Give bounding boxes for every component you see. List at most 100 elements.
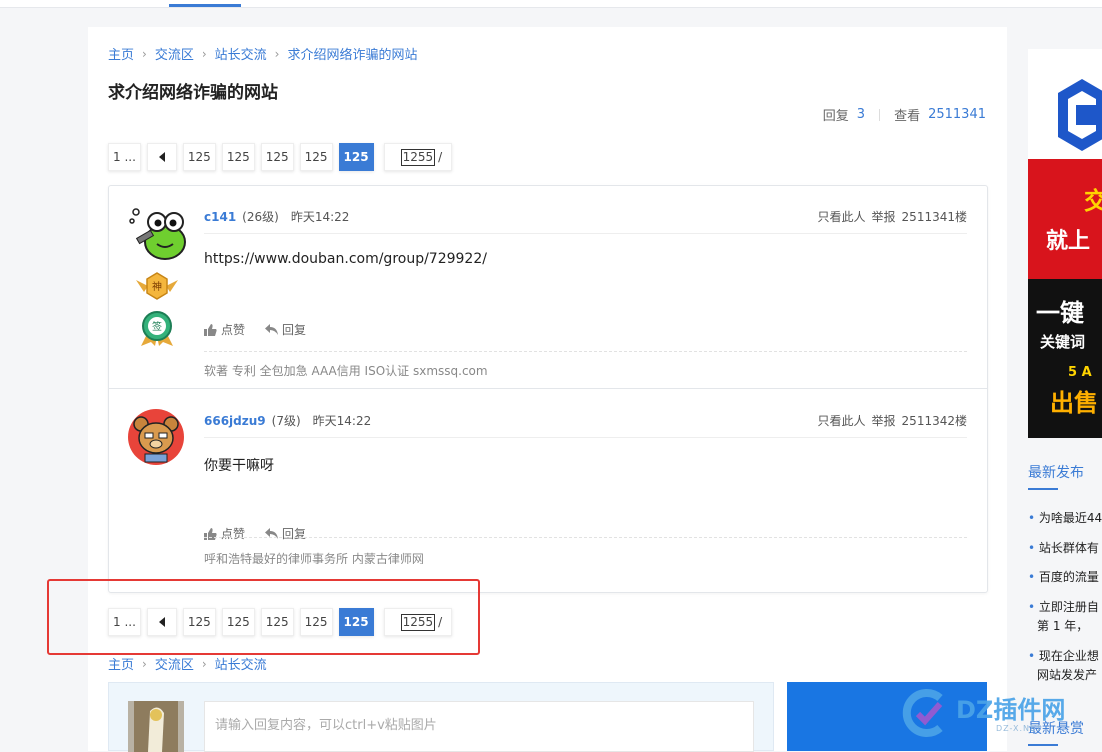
chevron-left-icon (158, 152, 165, 162)
stats-divider (879, 108, 881, 121)
badge-text: 神 (152, 280, 162, 293)
signature-divider (204, 351, 967, 352)
reply-user-avatar[interactable] (128, 701, 184, 752)
page-prev-button[interactable] (146, 143, 177, 171)
reply-label: 回复 (282, 323, 307, 337)
post-content: https://www.douban.com/group/729922/ (204, 251, 487, 267)
breadcrumb-separator: › (201, 656, 207, 671)
watermark-subtext: DZ-X.NET (996, 724, 1042, 733)
badge-text: 签 (152, 320, 162, 333)
banner-text: 就上 (1046, 229, 1091, 254)
breadcrumb-thread[interactable]: 求介绍网络诈骗的网站 (287, 44, 417, 63)
post-floor-number: 2511341楼 (901, 210, 967, 224)
page-number-button[interactable]: 125 (299, 143, 333, 171)
only-view-author-link[interactable]: 只看此人 (818, 208, 866, 225)
breadcrumb-forum[interactable]: 交流区 (155, 654, 194, 673)
latest-post-item[interactable]: • 现在企业想 (1028, 647, 1099, 664)
like-label: 点赞 (221, 527, 246, 541)
reply-count: 3 (856, 107, 866, 122)
reply-button[interactable]: 回复 (265, 321, 306, 338)
latest-post-title: 为啥最近44 (1038, 511, 1102, 525)
latest-post-item[interactable]: • 百度的流量 (1028, 568, 1099, 585)
breadcrumb-home[interactable]: 主页 (108, 654, 134, 673)
latest-post-line: 第 1 年， (1037, 619, 1089, 633)
active-nav-indicator (169, 4, 241, 7)
latest-post-item[interactable]: • 为啥最近44 (1028, 509, 1102, 526)
latest-post-title: 立即注册自 (1038, 600, 1099, 614)
like-button[interactable]: 点赞 (204, 525, 245, 542)
checkin-badge-icon: 签 (141, 311, 173, 346)
post-username[interactable]: 666jdzu9 (204, 414, 266, 428)
highlight-box (47, 579, 480, 655)
view-count: 2511341 (928, 107, 986, 122)
thread-stats: 回复 3 查看 2511341 (823, 105, 986, 124)
banner-logo-area (1028, 49, 1102, 159)
breadcrumb-separator: › (142, 656, 147, 671)
top-navigation-bar (0, 0, 1102, 8)
reply-button[interactable]: 回复 (265, 525, 306, 542)
thumbs-up-icon (204, 323, 217, 336)
latest-post-item[interactable]: • 立即注册自 (1028, 598, 1099, 615)
post-header-divider (204, 437, 967, 438)
post-content: 你要干嘛呀 (204, 458, 274, 474)
latest-reward-underline (1028, 744, 1058, 746)
page-number-button[interactable]: 125 (182, 143, 216, 171)
frog-avatar[interactable] (127, 204, 189, 264)
latest-post-title: 站长群体有 (1038, 541, 1099, 555)
post-user-level: (7级) (271, 414, 301, 428)
page-jump-input[interactable]: 1255 (400, 148, 436, 166)
site-watermark: DZ插件网 DZ-X.NET (900, 684, 1100, 744)
post-signature[interactable]: 软著 专利 全包加急 AAA信用 ISO认证 sxmssq.com (204, 362, 488, 379)
reply-count-label: 回复 (822, 109, 849, 124)
reply-label: 回复 (282, 527, 307, 541)
bear-avatar[interactable] (127, 408, 185, 466)
breadcrumb-separator: › (142, 46, 147, 61)
post-item: 神 签 c141 (26级) 昨天14:22 只看此人 举报 2511341楼 … (109, 186, 987, 389)
post-username[interactable]: c141 (204, 210, 236, 224)
breadcrumb-forum[interactable]: 交流区 (155, 44, 194, 63)
banner-text: 5 A (1068, 365, 1092, 380)
latest-posts-underline (1028, 488, 1058, 490)
only-view-author-link[interactable]: 只看此人 (818, 412, 866, 429)
latest-post-item[interactable]: • 站长群体有 (1028, 539, 1099, 556)
level-badge-icon: 神 (136, 272, 178, 300)
page-number-button[interactable]: 125 (260, 143, 294, 171)
banner-logo-icon (1058, 79, 1102, 151)
reply-arrow-icon (265, 324, 279, 335)
watermark-logo-icon (902, 689, 943, 737)
post-time: 昨天14:22 (290, 210, 350, 224)
sidebar-ad-banner[interactable]: 交 就上 一键 关键词 5 A 出售 (1028, 49, 1102, 438)
post-signature[interactable]: 呼和浩特最好的律师事务所 内蒙古律师网 (204, 550, 424, 564)
report-link[interactable]: 举报 (872, 412, 896, 429)
page-number-button[interactable]: 125 (221, 143, 255, 171)
reply-input[interactable]: 请输入回复内容，可以ctrl+v粘贴图片 (204, 701, 754, 752)
latest-post-title: 百度的流量 (1038, 570, 1099, 584)
breadcrumb-separator: › (201, 46, 207, 61)
breadcrumb: 主页 › 交流区 › 站长交流 › 求介绍网络诈骗的网站 (108, 44, 418, 64)
page-current[interactable]: 125 (338, 143, 374, 171)
banner-text: 一键 (1036, 299, 1084, 327)
page-jump: 1255 / (383, 143, 452, 171)
post-list: 神 签 c141 (26级) 昨天14:22 只看此人 举报 2511341楼 … (108, 185, 988, 593)
breadcrumb-bottom: 主页 › 交流区 › 站长交流 (108, 654, 267, 674)
breadcrumb-board[interactable]: 站长交流 (215, 654, 267, 673)
latest-posts-title: 最新发布 (1028, 465, 1084, 481)
banner-text: 关键词 (1040, 333, 1086, 351)
breadcrumb-separator: › (274, 46, 280, 61)
view-count-label: 查看 (894, 109, 921, 124)
page-jump-suffix: / (438, 150, 443, 164)
banner-red-section: 交 就上 (1028, 159, 1102, 279)
reply-area: 请输入回复内容，可以ctrl+v粘贴图片 (108, 682, 774, 752)
banner-text: 交 (1084, 187, 1102, 215)
banner-text: 出售 (1050, 389, 1098, 417)
page-first-button[interactable]: 1 ... (108, 143, 141, 171)
like-label: 点赞 (221, 323, 246, 337)
breadcrumb-home[interactable]: 主页 (108, 44, 134, 63)
report-link[interactable]: 举报 (872, 208, 896, 225)
like-button[interactable]: 点赞 (204, 321, 245, 338)
breadcrumb-board[interactable]: 站长交流 (215, 44, 267, 63)
post-header-divider (204, 233, 967, 234)
signature-divider (204, 537, 967, 538)
watermark-text: DZ插件网 (956, 696, 1066, 724)
post-user-level: (26级) (242, 210, 279, 224)
